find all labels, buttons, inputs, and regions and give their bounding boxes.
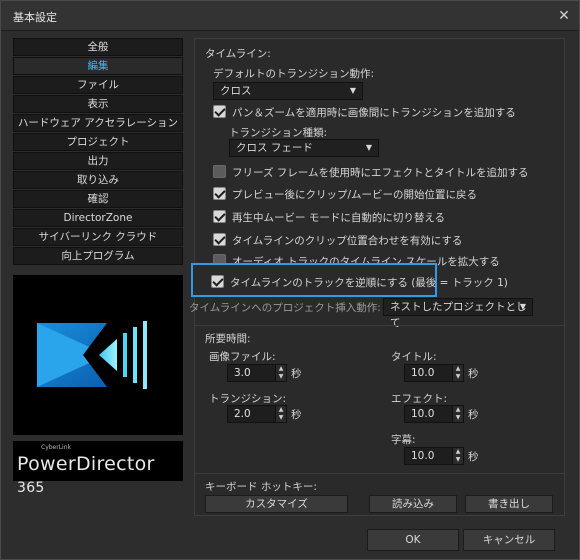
chevron-down-icon: ▼: [349, 86, 356, 95]
sidebar-item-confirmation[interactable]: 確認: [13, 190, 183, 208]
transition-duration-stepper[interactable]: 2.0 ▲ ▼: [227, 405, 287, 423]
brand-version: 365: [17, 480, 45, 496]
reverse-tracks-label: タイムラインのトラックを逆順にする (最後 = トラック 1): [230, 277, 508, 289]
pan-zoom-checkbox[interactable]: [213, 105, 226, 118]
sidebar-item-file[interactable]: ファイル: [13, 76, 183, 94]
sidebar-item-hardware-acceleration[interactable]: ハードウェア アクセラレーション: [13, 114, 183, 132]
section-divider: [195, 325, 564, 326]
pan-zoom-label: パン＆ズームを適用時に画像間にトランジションを追加する: [232, 107, 516, 119]
effect-duration-stepper[interactable]: 10.0 ▲ ▼: [404, 405, 464, 423]
section-divider: [195, 473, 564, 474]
window-title: 基本設定: [13, 11, 57, 24]
import-hotkeys-button[interactable]: 読み込み: [369, 495, 457, 513]
sidebar-item-cyberlink-cloud[interactable]: サイバーリンク クラウド: [13, 228, 183, 246]
timeline-section-label: タイムライン:: [205, 48, 271, 60]
transition-duration-unit: 秒: [291, 409, 302, 421]
clip-snap-checkbox[interactable]: [213, 233, 226, 246]
decrement-icon[interactable]: ▼: [276, 373, 286, 381]
default-transition-label: デフォルトのトランジション動作:: [213, 68, 375, 80]
auto-movie-mode-label: 再生中ムービー モードに自動的に切り替える: [232, 212, 446, 224]
decrement-icon[interactable]: ▼: [276, 414, 286, 422]
image-duration-label: 画像ファイル:: [209, 351, 276, 363]
sidebar-item-project[interactable]: プロジェクト: [13, 133, 183, 151]
increment-icon[interactable]: ▲: [453, 406, 463, 414]
brand-banner: CyberLink PowerDirector 365: [13, 441, 183, 496]
default-transition-value: クロス: [220, 85, 252, 97]
subtitle-duration-stepper[interactable]: 10.0 ▲ ▼: [404, 447, 464, 465]
ok-button[interactable]: OK: [367, 529, 459, 551]
decrement-icon[interactable]: ▼: [453, 414, 463, 422]
subtitle-duration-label: 字幕:: [391, 434, 416, 446]
title-bar: 基本設定 ✕: [1, 1, 579, 31]
effect-duration-unit: 秒: [468, 409, 479, 421]
image-duration-unit: 秒: [291, 368, 302, 380]
transition-type-select[interactable]: クロス フェード ▼: [229, 139, 379, 157]
chevron-down-icon: ▼: [365, 143, 372, 152]
sidebar-item-editing[interactable]: 編集: [13, 57, 183, 75]
sidebar-item-improvement-program[interactable]: 向上プログラム: [13, 247, 183, 265]
title-duration-stepper[interactable]: 10.0 ▲ ▼: [404, 364, 464, 382]
transition-type-label: トランジション種類:: [229, 127, 328, 139]
increment-icon[interactable]: ▲: [276, 406, 286, 414]
increment-icon[interactable]: ▲: [453, 448, 463, 456]
powerdirector-logo: [13, 275, 183, 435]
title-duration-value: 10.0: [411, 367, 435, 379]
decrement-icon[interactable]: ▼: [453, 456, 463, 464]
duration-section-label: 所要時間:: [205, 333, 251, 345]
return-to-start-label: プレビュー後にクリップ/ムービーの開始位置に戻る: [232, 189, 478, 201]
subtitle-duration-unit: 秒: [468, 451, 479, 463]
title-duration-unit: 秒: [468, 368, 479, 380]
brand-company: CyberLink: [41, 444, 71, 451]
decrement-icon[interactable]: ▼: [453, 373, 463, 381]
chevron-down-icon: ▼: [519, 302, 526, 311]
default-transition-select[interactable]: クロス ▼: [213, 82, 363, 100]
image-duration-value: 3.0: [234, 367, 251, 379]
return-to-start-checkbox[interactable]: [213, 187, 226, 200]
project-insert-label: タイムラインへのプロジェクト挿入動作:: [189, 302, 381, 314]
export-hotkeys-button[interactable]: 書き出し: [465, 495, 553, 513]
close-icon[interactable]: ✕: [557, 9, 571, 23]
freeze-frame-checkbox[interactable]: [213, 165, 226, 178]
transition-type-value: クロス フェード: [236, 142, 313, 154]
powerdirector-logo-icon: [37, 321, 147, 389]
sidebar-item-output[interactable]: 出力: [13, 152, 183, 170]
reverse-tracks-checkbox[interactable]: [211, 275, 224, 288]
project-insert-select[interactable]: ネストしたプロジェクトとして ▼: [383, 298, 533, 329]
customize-button[interactable]: カスタマイズ: [205, 495, 348, 513]
cancel-button[interactable]: キャンセル: [463, 529, 555, 551]
effect-duration-value: 10.0: [411, 408, 435, 420]
hotkeys-label: キーボード ホットキー:: [205, 481, 317, 493]
sidebar-item-capture[interactable]: 取り込み: [13, 171, 183, 189]
settings-dialog: 基本設定 ✕ 全般 編集 ファイル 表示 ハードウェア アクセラレーション プロ…: [0, 0, 580, 560]
transition-duration-label: トランジション:: [209, 393, 287, 405]
transition-duration-value: 2.0: [234, 408, 251, 420]
sidebar-item-directorzone[interactable]: DirectorZone: [13, 209, 183, 227]
freeze-frame-label: フリーズ フレームを使用時にエフェクトとタイトルを追加する: [232, 167, 529, 179]
clip-snap-label: タイムラインのクリップ位置合わせを有効にする: [232, 235, 463, 247]
brand-name: PowerDirector: [17, 453, 155, 475]
sidebar-item-general[interactable]: 全般: [13, 38, 183, 56]
image-duration-stepper[interactable]: 3.0 ▲ ▼: [227, 364, 287, 382]
effect-duration-label: エフェクト:: [391, 393, 448, 405]
sidebar-item-display[interactable]: 表示: [13, 95, 183, 113]
increment-icon[interactable]: ▲: [453, 365, 463, 373]
sidebar: 全般 編集 ファイル 表示 ハードウェア アクセラレーション プロジェクト 出力…: [13, 38, 183, 265]
subtitle-duration-value: 10.0: [411, 450, 435, 462]
title-duration-label: タイトル:: [391, 351, 437, 363]
auto-movie-mode-checkbox[interactable]: [213, 210, 226, 223]
increment-icon[interactable]: ▲: [276, 365, 286, 373]
reverse-tracks-highlight: タイムラインのトラックを逆順にする (最後 = トラック 1): [191, 263, 508, 297]
